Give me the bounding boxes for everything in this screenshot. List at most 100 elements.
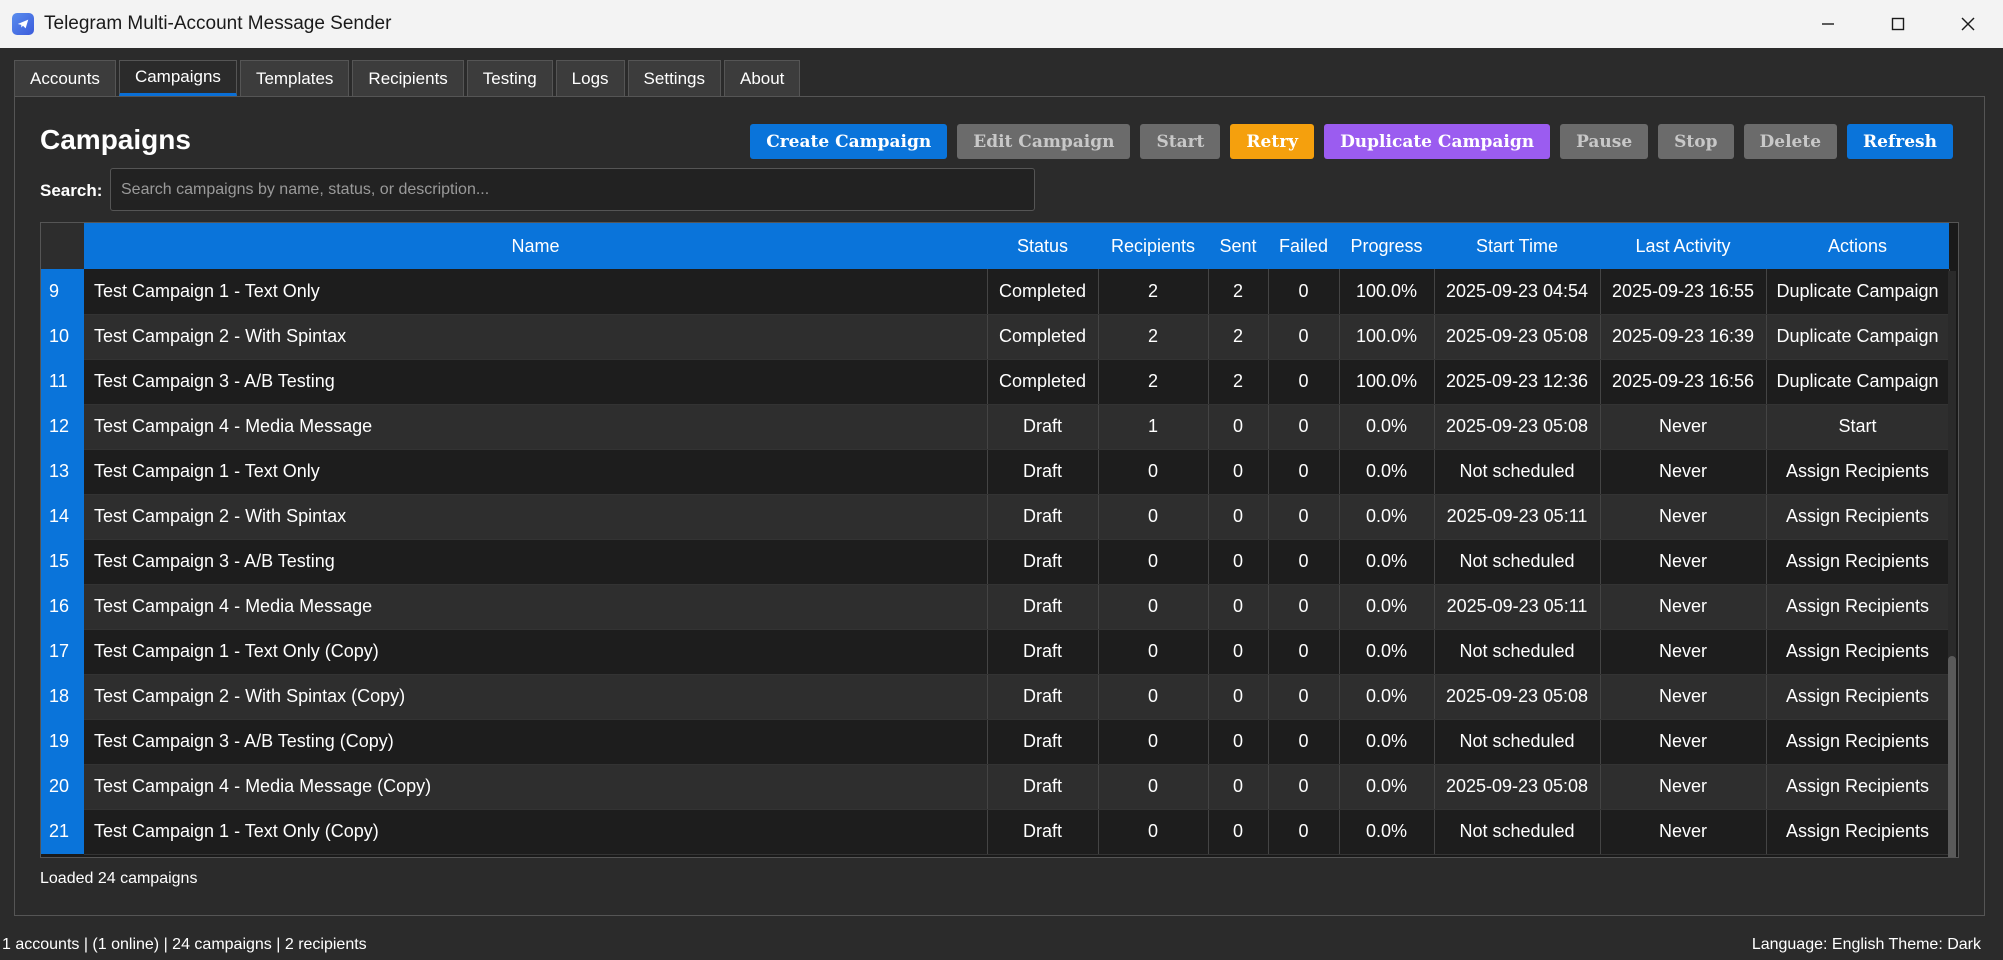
tab-testing[interactable]: Testing — [466, 60, 553, 96]
tab-accounts[interactable]: Accounts — [14, 60, 116, 96]
sent-cell[interactable]: 0 — [1208, 539, 1269, 585]
recipients-cell[interactable]: 0 — [1098, 674, 1209, 720]
column-header-actions[interactable]: Actions — [1766, 223, 1949, 269]
scrollbar-thumb[interactable] — [1948, 656, 1956, 857]
failed-cell[interactable]: 0 — [1268, 584, 1340, 630]
action-cell[interactable]: Assign Recipients — [1766, 449, 1950, 495]
progress-cell[interactable]: 0.0% — [1339, 449, 1435, 495]
column-header-status[interactable]: Status — [987, 223, 1098, 269]
last-activity-cell[interactable]: 2025-09-23 16:39 — [1600, 314, 1767, 360]
table-row[interactable]: 10 Test Campaign 2 - With Spintax Complete… — [41, 314, 1950, 360]
tab-recipients[interactable]: Recipients — [352, 60, 464, 96]
action-cell[interactable]: Assign Recipients — [1766, 494, 1950, 540]
start-button[interactable]: Start — [1140, 124, 1221, 159]
recipients-cell[interactable]: 0 — [1098, 494, 1209, 540]
status-cell[interactable]: Draft — [987, 719, 1099, 765]
start-time-cell[interactable]: 2025-09-23 05:08 — [1434, 404, 1601, 450]
action-cell[interactable]: Start — [1766, 404, 1950, 450]
action-cell[interactable]: Assign Recipients — [1766, 719, 1950, 765]
status-cell[interactable]: Draft — [987, 449, 1099, 495]
name-cell[interactable]: Test Campaign 2 - With Spintax (Copy) — [84, 674, 988, 720]
last-activity-cell[interactable]: Never — [1600, 404, 1767, 450]
last-activity-cell[interactable]: Never — [1600, 449, 1767, 495]
table-row[interactable]: 18 Test Campaign 2 - With Spintax (Copy) D… — [41, 674, 1950, 720]
table-row[interactable]: 11 Test Campaign 3 - A/B Testing Completed… — [41, 359, 1950, 405]
table-row[interactable]: 20 Test Campaign 4 - Media Message (Copy)… — [41, 764, 1950, 810]
row-number[interactable]: 15 — [41, 539, 84, 584]
row-number[interactable]: 21 — [41, 809, 84, 854]
progress-cell[interactable]: 100.0% — [1339, 314, 1435, 360]
failed-cell[interactable]: 0 — [1268, 359, 1340, 405]
search-input[interactable] — [110, 168, 1035, 211]
progress-cell[interactable]: 0.0% — [1339, 494, 1435, 540]
minimize-button[interactable] — [1793, 0, 1863, 48]
last-activity-cell[interactable]: Never — [1600, 539, 1767, 585]
table-row[interactable]: 15 Test Campaign 3 - A/B Testing Draft 0 0 0 0… — [41, 539, 1950, 585]
failed-cell[interactable]: 0 — [1268, 494, 1340, 540]
name-cell[interactable]: Test Campaign 4 - Media Message — [84, 404, 988, 450]
sent-cell[interactable]: 0 — [1208, 449, 1269, 495]
status-cell[interactable]: Draft — [987, 539, 1099, 585]
table-row[interactable]: 17 Test Campaign 1 - Text Only (Copy) Draf… — [41, 629, 1950, 675]
failed-cell[interactable]: 0 — [1268, 269, 1340, 315]
progress-cell[interactable]: 100.0% — [1339, 269, 1435, 315]
recipients-cell[interactable]: 0 — [1098, 584, 1209, 630]
progress-cell[interactable]: 0.0% — [1339, 674, 1435, 720]
name-cell[interactable]: Test Campaign 2 - With Spintax — [84, 314, 988, 360]
start-time-cell[interactable]: 2025-09-23 12:36 — [1434, 359, 1601, 405]
start-time-cell[interactable]: Not scheduled — [1434, 809, 1601, 855]
last-activity-cell[interactable]: Never — [1600, 494, 1767, 540]
name-cell[interactable]: Test Campaign 4 - Media Message — [84, 584, 988, 630]
duplicate-campaign-button[interactable]: Duplicate Campaign — [1324, 124, 1551, 159]
failed-cell[interactable]: 0 — [1268, 674, 1340, 720]
last-activity-cell[interactable]: Never — [1600, 674, 1767, 720]
recipients-cell[interactable]: 0 — [1098, 719, 1209, 765]
row-number[interactable]: 20 — [41, 764, 84, 809]
progress-cell[interactable]: 0.0% — [1339, 629, 1435, 675]
last-activity-cell[interactable]: 2025-09-23 16:56 — [1600, 359, 1767, 405]
recipients-cell[interactable]: 0 — [1098, 539, 1209, 585]
action-cell[interactable]: Assign Recipients — [1766, 674, 1950, 720]
action-cell[interactable]: Assign Recipients — [1766, 584, 1950, 630]
recipients-cell[interactable]: 0 — [1098, 764, 1209, 810]
start-time-cell[interactable]: 2025-09-23 05:08 — [1434, 674, 1601, 720]
sent-cell[interactable]: 0 — [1208, 494, 1269, 540]
table-row[interactable]: 9 Test Campaign 1 - Text Only Completed 2 2 0… — [41, 269, 1950, 315]
status-cell[interactable]: Draft — [987, 494, 1099, 540]
action-cell[interactable]: Assign Recipients — [1766, 629, 1950, 675]
start-time-cell[interactable]: Not scheduled — [1434, 719, 1601, 765]
close-button[interactable] — [1933, 0, 2003, 48]
last-activity-cell[interactable]: 2025-09-23 16:55 — [1600, 269, 1767, 315]
column-header-sent[interactable]: Sent — [1208, 223, 1268, 269]
start-time-cell[interactable]: 2025-09-23 05:11 — [1434, 494, 1601, 540]
name-cell[interactable]: Test Campaign 3 - A/B Testing — [84, 359, 988, 405]
row-number[interactable]: 17 — [41, 629, 84, 674]
failed-cell[interactable]: 0 — [1268, 719, 1340, 765]
status-cell[interactable]: Draft — [987, 674, 1099, 720]
recipients-cell[interactable]: 0 — [1098, 809, 1209, 855]
column-header-last-activity[interactable]: Last Activity — [1600, 223, 1766, 269]
row-number[interactable]: 11 — [41, 359, 84, 404]
name-cell[interactable]: Test Campaign 2 - With Spintax — [84, 494, 988, 540]
action-cell[interactable]: Duplicate Campaign — [1766, 269, 1950, 315]
column-header-start-time[interactable]: Start Time — [1434, 223, 1600, 269]
row-number[interactable]: 19 — [41, 719, 84, 764]
sent-cell[interactable]: 2 — [1208, 359, 1269, 405]
failed-cell[interactable]: 0 — [1268, 629, 1340, 675]
table-scrollbar[interactable] — [1948, 271, 1956, 857]
action-cell[interactable]: Assign Recipients — [1766, 809, 1950, 855]
create-campaign-button[interactable]: Create Campaign — [750, 124, 948, 159]
failed-cell[interactable]: 0 — [1268, 539, 1340, 585]
status-cell[interactable]: Draft — [987, 629, 1099, 675]
edit-campaign-button[interactable]: Edit Campaign — [957, 124, 1131, 159]
status-cell[interactable]: Completed — [987, 359, 1099, 405]
status-cell[interactable]: Draft — [987, 404, 1099, 450]
status-cell[interactable]: Draft — [987, 584, 1099, 630]
row-number[interactable]: 10 — [41, 314, 84, 359]
progress-cell[interactable]: 0.0% — [1339, 539, 1435, 585]
sent-cell[interactable]: 0 — [1208, 404, 1269, 450]
name-cell[interactable]: Test Campaign 1 - Text Only (Copy) — [84, 629, 988, 675]
sent-cell[interactable]: 0 — [1208, 719, 1269, 765]
progress-cell[interactable]: 0.0% — [1339, 809, 1435, 855]
progress-cell[interactable]: 0.0% — [1339, 404, 1435, 450]
